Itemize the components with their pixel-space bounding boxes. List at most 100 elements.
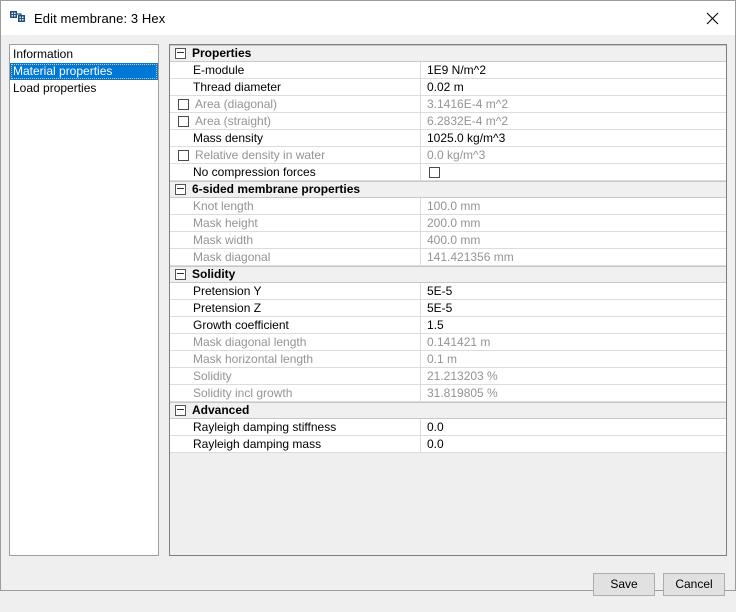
property-row-growth-coefficient[interactable]: Growth coefficient 1.5 [170, 317, 726, 334]
property-row-rayleigh-damping-stiffness[interactable]: Rayleigh damping stiffness 0.0 [170, 419, 726, 436]
property-label: Area (diagonal) [195, 96, 278, 111]
property-label-cell: Mask height [170, 215, 421, 231]
collapse-minus-icon[interactable] [175, 184, 186, 195]
property-label-cell: E-module [170, 62, 421, 78]
checkbox-unchecked-icon[interactable] [429, 166, 440, 178]
property-value: 1025.0 kg/m^3 [427, 130, 506, 145]
property-row-knot-length[interactable]: Knot length 100.0 mm [170, 198, 726, 215]
property-value: 31.819805 % [427, 385, 498, 400]
property-value-cell[interactable]: 3.1416E-4 m^2 [421, 96, 726, 112]
property-row-area-straight[interactable]: Area (straight) 6.2832E-4 m^2 [170, 113, 726, 130]
property-label: E-module [193, 62, 245, 77]
property-value: 6.2832E-4 m^2 [427, 113, 509, 128]
dialog-body: Information Material properties Load pro… [1, 35, 735, 556]
property-row-pretension-z[interactable]: Pretension Z 5E-5 [170, 300, 726, 317]
property-value-cell[interactable]: 400.0 mm [421, 232, 726, 248]
property-value: 0.0 [427, 436, 444, 451]
property-value: 5E-5 [427, 300, 453, 315]
property-row-no-compression-forces[interactable]: No compression forces [170, 164, 726, 181]
property-label: Rayleigh damping stiffness [193, 419, 337, 434]
property-row-rayleigh-damping-mass[interactable]: Rayleigh damping mass 0.0 [170, 436, 726, 453]
collapse-minus-icon[interactable] [175, 405, 186, 416]
property-value-cell[interactable]: 1E9 N/m^2 [421, 62, 726, 78]
property-row-solidity[interactable]: Solidity 21.213203 % [170, 368, 726, 385]
edit-membrane-dialog: Edit membrane: 3 Hex Information Materia… [0, 0, 736, 596]
property-value-cell[interactable]: 0.02 m [421, 79, 726, 95]
property-label: Mask diagonal length [193, 334, 307, 349]
checkbox-unchecked-icon[interactable] [178, 115, 189, 127]
property-label-cell: Pretension Y [170, 283, 421, 299]
property-label: Solidity [193, 368, 232, 383]
property-value-cell[interactable]: 0.0 [421, 419, 726, 435]
property-label: Mask horizontal length [193, 351, 314, 366]
property-value: 1E9 N/m^2 [427, 62, 486, 77]
property-value-cell[interactable] [421, 164, 726, 180]
property-row-mask-horizontal-length[interactable]: Mask horizontal length 0.1 m [170, 351, 726, 368]
save-button[interactable]: Save [593, 572, 655, 596]
property-label: No compression forces [193, 164, 316, 179]
property-value-cell[interactable]: 5E-5 [421, 300, 726, 316]
property-value-cell[interactable]: 31.819805 % [421, 385, 726, 401]
checkbox-unchecked-icon[interactable] [178, 149, 189, 161]
property-label-cell: Thread diameter [170, 79, 421, 95]
property-value-cell[interactable]: 0.0 kg/m^3 [421, 147, 726, 163]
property-row-solidity-incl-growth[interactable]: Solidity incl growth 31.819805 % [170, 385, 726, 402]
property-label: Rayleigh damping mass [193, 436, 322, 451]
property-row-relative-density-in-water[interactable]: Relative density in water 0.0 kg/m^3 [170, 147, 726, 164]
property-value-cell[interactable]: 21.213203 % [421, 368, 726, 384]
group-header-advanced[interactable]: Advanced [170, 402, 726, 419]
group-header-label-cell: Solidity [170, 267, 726, 282]
checkbox-unchecked-icon[interactable] [178, 98, 189, 110]
property-row-area-diagonal[interactable]: Area (diagonal) 3.1416E-4 m^2 [170, 96, 726, 113]
property-row-mask-height[interactable]: Mask height 200.0 mm [170, 215, 726, 232]
property-grid[interactable]: Properties E-module 1E9 N/m^2 Thread diamet… [169, 44, 727, 556]
group-header-solidity[interactable]: Solidity [170, 266, 726, 283]
property-row-mask-diagonal[interactable]: Mask diagonal 141.421356 mm [170, 249, 726, 266]
property-value-cell[interactable]: 0.0 [421, 436, 726, 452]
group-header-6-sided-membrane-properties[interactable]: 6-sided membrane properties [170, 181, 726, 198]
property-value: 0.1 m [427, 351, 458, 366]
property-value-cell[interactable]: 1.5 [421, 317, 726, 333]
property-label-cell: Rayleigh damping mass [170, 436, 421, 452]
property-label: Area (straight) [195, 113, 272, 128]
property-row-mask-diagonal-length[interactable]: Mask diagonal length 0.141421 m [170, 334, 726, 351]
property-row-e-module[interactable]: E-module 1E9 N/m^2 [170, 62, 726, 79]
property-value: 400.0 mm [427, 232, 481, 247]
property-value-cell[interactable]: 1025.0 kg/m^3 [421, 130, 726, 146]
property-row-mask-width[interactable]: Mask width 400.0 mm [170, 232, 726, 249]
property-label: Relative density in water [195, 147, 326, 162]
dialog-footer: Save Cancel [1, 556, 735, 612]
property-value-cell[interactable]: 100.0 mm [421, 198, 726, 214]
sidebar-item-material-properties[interactable]: Material properties [10, 63, 158, 80]
group-header-label-cell: Properties [170, 46, 726, 61]
property-row-mass-density[interactable]: Mass density 1025.0 kg/m^3 [170, 130, 726, 147]
application-icon [10, 10, 26, 26]
property-label-cell: Knot length [170, 198, 421, 214]
sidebar-item-load-properties[interactable]: Load properties [10, 80, 158, 97]
property-label: Mask width [193, 232, 254, 247]
property-label: Knot length [193, 198, 254, 213]
property-value: 21.213203 % [427, 368, 498, 383]
property-label-cell: Rayleigh damping stiffness [170, 419, 421, 435]
property-value: 0.0 [427, 419, 444, 434]
property-value-cell[interactable]: 0.1 m [421, 351, 726, 367]
property-label-cell: Mask diagonal length [170, 334, 421, 350]
collapse-minus-icon[interactable] [175, 48, 186, 59]
property-value-cell[interactable]: 141.421356 mm [421, 249, 726, 265]
collapse-minus-icon[interactable] [175, 269, 186, 280]
group-header-properties[interactable]: Properties [170, 45, 726, 62]
property-label-cell: Mass density [170, 130, 421, 146]
property-label: Mask diagonal [193, 249, 271, 264]
cancel-button[interactable]: Cancel [663, 572, 725, 596]
close-button[interactable] [690, 1, 735, 35]
property-value-cell[interactable]: 6.2832E-4 m^2 [421, 113, 726, 129]
property-row-pretension-y[interactable]: Pretension Y 5E-5 [170, 283, 726, 300]
property-value-cell[interactable]: 5E-5 [421, 283, 726, 299]
section-list[interactable]: Information Material properties Load pro… [9, 44, 159, 556]
sidebar-item-information[interactable]: Information [10, 46, 158, 63]
property-value-cell[interactable]: 0.141421 m [421, 334, 726, 350]
property-value-cell[interactable]: 200.0 mm [421, 215, 726, 231]
property-row-thread-diameter[interactable]: Thread diameter 0.02 m [170, 79, 726, 96]
property-label-cell: Area (straight) [170, 113, 421, 129]
group-header-label-cell: Advanced [170, 403, 726, 418]
